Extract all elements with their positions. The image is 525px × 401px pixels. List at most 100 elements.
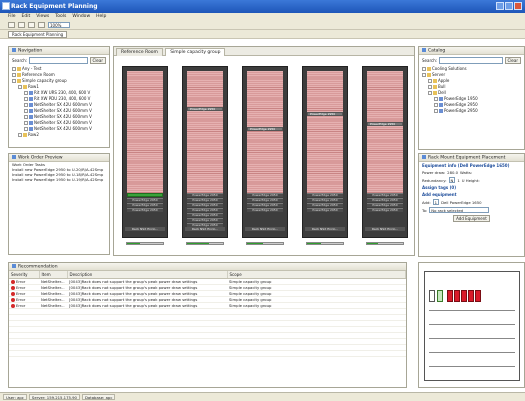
catalog-search-input[interactable] bbox=[439, 57, 503, 64]
folder-icon bbox=[439, 109, 443, 113]
nav-clear-button[interactable]: Clear bbox=[89, 57, 106, 64]
rack[interactable]: PowerEdge 2950 PowerEdge 2950 PowerEdge 29… bbox=[362, 66, 408, 238]
menu-tools[interactable]: Tools bbox=[55, 14, 66, 21]
close-button[interactable] bbox=[514, 2, 522, 10]
height-value: 1 bbox=[457, 177, 460, 183]
catalog-search-label: Search: bbox=[422, 58, 438, 63]
server[interactable]: PowerEdge 2950 bbox=[127, 198, 163, 202]
expand-icon[interactable] bbox=[434, 103, 438, 107]
expand-icon[interactable] bbox=[24, 103, 28, 107]
expand-icon[interactable] bbox=[18, 133, 22, 137]
server[interactable]: PowerEdge 2950 bbox=[247, 127, 283, 131]
placement-icon bbox=[422, 155, 426, 159]
col-description[interactable]: Description bbox=[67, 271, 228, 279]
zoom-select[interactable]: 100% bbox=[48, 22, 70, 28]
perspective-button[interactable]: Rack Equipment Planning bbox=[8, 30, 68, 38]
server[interactable]: PowerEdge 2950 bbox=[187, 107, 223, 111]
server[interactable]: PowerEdge 2950 bbox=[187, 208, 223, 212]
tab-simple-capacity-group[interactable]: Simple capacity group bbox=[165, 48, 226, 56]
expand-icon[interactable] bbox=[24, 91, 28, 95]
assign-tags-section[interactable]: Assign tags (0) bbox=[419, 184, 524, 191]
expand-icon[interactable] bbox=[24, 121, 28, 125]
col-severity[interactable]: Severity bbox=[9, 271, 40, 279]
server[interactable]: PowerEdge 2950 bbox=[247, 193, 283, 197]
rack[interactable]: PowerEdge 2950 PowerEdge 2950 PowerEdge 29… bbox=[242, 66, 288, 238]
add-quantity-input[interactable]: 1 bbox=[432, 199, 440, 205]
overview-canvas[interactable] bbox=[424, 271, 520, 381]
server[interactable]: PowerEdge 2950 bbox=[367, 203, 403, 207]
expand-icon[interactable] bbox=[24, 97, 28, 101]
expand-icon[interactable] bbox=[434, 97, 438, 101]
server[interactable]: PowerEdge 2950 bbox=[367, 122, 403, 126]
rack[interactable]: PowerEdge 2950 PowerEdge 2950 PowerEdge 29… bbox=[122, 66, 168, 238]
menu-edit[interactable]: Edit bbox=[22, 14, 31, 21]
tab-reference-room[interactable]: Reference Room bbox=[116, 48, 163, 56]
server[interactable]: PowerEdge 2950 bbox=[127, 203, 163, 207]
server[interactable]: PowerEdge 2950 bbox=[247, 203, 283, 207]
expand-icon[interactable] bbox=[24, 115, 28, 119]
server[interactable]: PowerEdge 2950 bbox=[187, 198, 223, 202]
server[interactable]: PowerEdge 2950 bbox=[247, 198, 283, 202]
catalog-tree-item[interactable]: PowerEdge 2950 bbox=[419, 108, 524, 114]
expand-icon[interactable] bbox=[428, 79, 432, 83]
server[interactable]: PowerEdge 2950 bbox=[127, 208, 163, 212]
server[interactable]: PowerEdge 2950 bbox=[187, 203, 223, 207]
navigation-icon bbox=[12, 48, 16, 52]
add-equipment-section[interactable]: Add equipment bbox=[419, 191, 524, 198]
menu-views[interactable]: Views bbox=[36, 14, 49, 21]
expand-icon[interactable] bbox=[434, 109, 438, 113]
server[interactable]: PowerEdge 2950 bbox=[367, 193, 403, 197]
server[interactable]: PowerEdge 2950 bbox=[307, 198, 343, 202]
server[interactable]: PowerEdge 2950 bbox=[307, 203, 343, 207]
navigation-tree-label: NetShelter SX 42U 600mm V bbox=[34, 108, 92, 113]
expand-icon[interactable] bbox=[12, 79, 16, 83]
menu-window[interactable]: Window bbox=[72, 14, 90, 21]
expand-icon[interactable] bbox=[18, 85, 22, 89]
expand-icon[interactable] bbox=[12, 67, 16, 71]
rack[interactable]: PowerEdge 2950 PowerEdge 2950 PowerEdge 29… bbox=[182, 66, 228, 238]
catalog-clear-button[interactable]: Clear bbox=[504, 57, 521, 64]
server[interactable]: PowerEdge 2950 bbox=[307, 208, 343, 212]
save-icon[interactable] bbox=[8, 22, 15, 28]
rack[interactable]: PowerEdge 2950 PowerEdge 2950 PowerEdge 29… bbox=[302, 66, 348, 238]
catalog-tree-label: PowerEdge 1950 bbox=[444, 96, 478, 101]
error-icon bbox=[11, 285, 15, 289]
redundancy-select[interactable]: N bbox=[448, 177, 456, 183]
equipment-slot[interactable] bbox=[127, 193, 163, 197]
rack-units bbox=[187, 71, 223, 193]
expand-icon[interactable] bbox=[422, 73, 426, 77]
server[interactable]: PowerEdge 2950 bbox=[187, 193, 223, 197]
zoom-icon[interactable] bbox=[38, 22, 45, 28]
menu-file[interactable]: File bbox=[8, 14, 16, 21]
navigation-tree-item[interactable]: Row2 bbox=[9, 132, 109, 138]
server[interactable]: PowerEdge 2950 bbox=[187, 213, 223, 217]
expand-icon[interactable] bbox=[422, 67, 426, 71]
server[interactable]: PowerEdge 2950 bbox=[307, 193, 343, 197]
rack-name: Rack NSX Enclo... bbox=[305, 227, 345, 231]
toolbar: 100% bbox=[0, 21, 525, 30]
server[interactable]: PowerEdge 2950 bbox=[367, 208, 403, 212]
severity-text: Error bbox=[16, 284, 26, 290]
expand-icon[interactable] bbox=[12, 73, 16, 77]
maximize-button[interactable] bbox=[505, 2, 513, 10]
rack-power-gauge bbox=[186, 242, 224, 245]
server[interactable]: PowerEdge 2950 bbox=[187, 218, 223, 222]
folder-icon bbox=[29, 103, 33, 107]
menu-help[interactable]: Help bbox=[96, 14, 106, 21]
expand-icon[interactable] bbox=[24, 127, 28, 131]
nav-search-input[interactable] bbox=[29, 57, 88, 64]
expand-icon[interactable] bbox=[428, 85, 432, 89]
redo-icon[interactable] bbox=[28, 22, 35, 28]
work-order-panel: Work Order Preview Work Order Tasks Inst… bbox=[8, 153, 110, 255]
server[interactable]: PowerEdge 2950 bbox=[307, 112, 343, 116]
col-item[interactable]: Item bbox=[39, 271, 68, 279]
server[interactable]: PowerEdge 2950 bbox=[247, 208, 283, 212]
server[interactable]: PowerEdge 2950 bbox=[367, 198, 403, 202]
expand-icon[interactable] bbox=[24, 109, 28, 113]
col-scope[interactable]: Scope bbox=[227, 271, 406, 279]
expand-icon[interactable] bbox=[428, 91, 432, 95]
undo-icon[interactable] bbox=[18, 22, 25, 28]
minimize-button[interactable] bbox=[496, 2, 504, 10]
target-rack-select[interactable]: No rack selected bbox=[429, 207, 490, 213]
add-equipment-button[interactable]: Add Equipment bbox=[453, 215, 490, 222]
